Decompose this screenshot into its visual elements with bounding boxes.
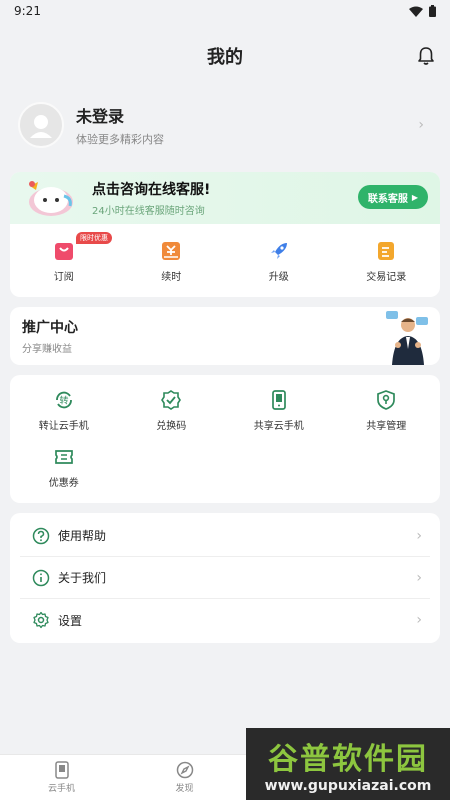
profile-name: 未登录 <box>76 107 125 126</box>
coupon-icon <box>54 450 73 464</box>
tab-discover[interactable]: 发现 <box>123 755 246 800</box>
info-icon <box>32 569 50 586</box>
redeem-icon <box>161 390 182 410</box>
battery-icon <box>429 5 436 17</box>
service-subtitle: 24小时在线客服随时咨询 <box>92 206 205 217</box>
record-icon <box>378 242 395 260</box>
menu-label: 关于我们 <box>58 571 107 585</box>
service-mascot-icon <box>29 181 73 216</box>
watermark-title: 谷普软件园 <box>268 742 428 777</box>
action-upgrade[interactable]: 升级 <box>225 240 333 283</box>
menu-item-settings[interactable]: 设置 › <box>20 599 430 641</box>
transfer-icon: 转 <box>55 391 72 409</box>
tool-share-manage[interactable]: 共享管理 <box>333 389 441 432</box>
action-label: 升级 <box>268 272 289 283</box>
caret-right-icon: ▶ <box>411 192 418 202</box>
tool-label: 优惠券 <box>48 478 79 489</box>
bag-icon <box>54 243 73 260</box>
wifi-icon <box>409 6 423 17</box>
action-label: 续时 <box>161 272 182 283</box>
tab-label: 云手机 <box>47 784 75 794</box>
menu-item-help[interactable]: 使用帮助 › <box>20 515 430 557</box>
tool-coupon[interactable]: 优惠券 <box>10 446 118 489</box>
menu-item-about[interactable]: 关于我们 › <box>20 557 430 599</box>
limited-offer-badge: 限时优惠 <box>76 232 112 244</box>
quick-actions: 限时优惠 订阅 续时 升级 交易记录 <box>10 224 440 297</box>
tool-label: 兑换码 <box>156 421 187 432</box>
promo-subtitle: 分享赚收益 <box>22 344 72 355</box>
action-records[interactable]: 交易记录 <box>333 240 441 283</box>
status-icons <box>409 5 436 17</box>
tab-label: 发现 <box>175 784 194 794</box>
chevron-right-icon: › <box>416 527 422 544</box>
tools-grid: 转 转让云手机 兑换码 共享云手机 共享管理 优惠券 <box>10 375 440 503</box>
watermark-url: www.gupuxiazai.com <box>264 778 432 794</box>
tool-label: 转让云手机 <box>38 421 89 432</box>
contact-service-label: 联系客服 <box>367 193 408 205</box>
compass-icon <box>176 761 193 779</box>
profile-row[interactable]: 未登录 体验更多精彩内容 › <box>18 90 432 160</box>
tool-share-phone[interactable]: 共享云手机 <box>225 389 333 432</box>
status-time: 9:21 <box>14 4 41 18</box>
profile-subtitle: 体验更多精彩内容 <box>76 133 164 146</box>
chevron-right-icon: › <box>416 612 422 628</box>
presenter-illustration <box>386 311 428 365</box>
action-label: 订阅 <box>53 272 74 283</box>
settings-list: 使用帮助 › 关于我们 › 设置 › <box>10 513 440 643</box>
page-header: 我的 <box>0 22 450 90</box>
chevron-right-icon: › <box>418 117 424 133</box>
svg-text:转: 转 <box>59 395 68 407</box>
action-renew[interactable]: 续时 <box>118 240 226 283</box>
menu-label: 使用帮助 <box>58 529 107 543</box>
chevron-right-icon: › <box>416 569 422 586</box>
service-title: 点击咨询在线客服! <box>92 182 211 198</box>
menu-label: 设置 <box>58 613 83 628</box>
tool-label: 共享云手机 <box>253 421 304 432</box>
tool-redeem[interactable]: 兑换码 <box>118 389 226 432</box>
contact-service-button[interactable]: 联系客服 ▶ <box>357 185 428 209</box>
page-title: 我的 <box>207 47 243 68</box>
bell-icon[interactable] <box>416 46 436 66</box>
action-subscribe[interactable]: 限时优惠 订阅 <box>10 232 118 283</box>
cloud-phone-icon <box>54 761 69 779</box>
promo-title: 推广中心 <box>22 320 78 336</box>
service-card: 点击咨询在线客服! 24小时在线客服随时咨询 联系客服 ▶ 限时优惠 订阅 续时… <box>10 172 440 297</box>
action-label: 交易记录 <box>366 272 407 283</box>
phone-icon <box>271 390 286 410</box>
tab-cloud-phone[interactable]: 云手机 <box>0 755 123 800</box>
tool-label: 共享管理 <box>366 421 407 432</box>
gear-icon <box>33 611 49 629</box>
customer-service-banner[interactable]: 点击咨询在线客服! 24小时在线客服随时咨询 联系客服 ▶ <box>10 172 440 224</box>
shield-icon <box>377 390 396 410</box>
renew-icon <box>162 242 181 260</box>
watermark-logo: 谷普软件园 www.gupuxiazai.com <box>246 728 450 800</box>
user-avatar-icon <box>30 115 52 138</box>
avatar[interactable] <box>18 102 64 148</box>
tool-transfer[interactable]: 转 转让云手机 <box>10 389 118 432</box>
status-bar: 9:21 <box>0 0 450 22</box>
promotion-center[interactable]: 推广中心 分享赚收益 <box>10 307 440 365</box>
help-icon <box>32 527 50 544</box>
rocket-icon <box>270 243 287 259</box>
